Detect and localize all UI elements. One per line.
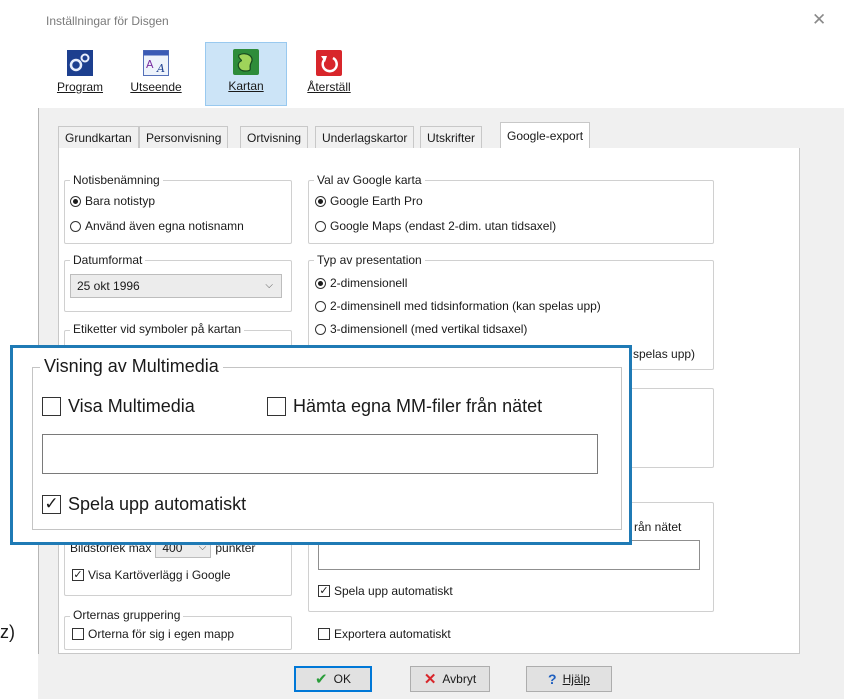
checkmark-icon: ✔ bbox=[315, 671, 328, 688]
notis-group-title: Notisbenämning bbox=[70, 173, 163, 187]
window-title: Inställningar för Disgen bbox=[46, 14, 169, 28]
hamta-small-tail: rån nätet bbox=[634, 520, 682, 534]
tab-utskrifter[interactable]: Utskrifter bbox=[420, 126, 482, 148]
toolbar-program-button[interactable]: Program bbox=[46, 44, 114, 106]
tab-grundkartan[interactable]: Grundkartan bbox=[58, 126, 139, 148]
checkbox-checked-icon: ✓ bbox=[318, 585, 330, 597]
spela-upp-small-checkbox[interactable]: ✓ Spela upp automatiskt bbox=[318, 584, 453, 598]
multimedia-path-input[interactable] bbox=[42, 434, 598, 474]
radio-selected-icon bbox=[315, 277, 326, 289]
visa-multimedia-checkbox[interactable]: Visa Multimedia bbox=[42, 396, 195, 417]
notis-group bbox=[64, 180, 292, 244]
notis-option-2[interactable]: Använd även egna notisnamn bbox=[70, 219, 244, 233]
toolbar-label: Utseende bbox=[130, 80, 182, 94]
presentation-option-3[interactable]: 3-dimensionell (med vertikal tidsaxel) bbox=[315, 322, 527, 336]
etiketter-group-title: Etiketter vid symboler på kartan bbox=[70, 322, 245, 336]
radio-selected-icon bbox=[315, 195, 326, 207]
google-earth-option[interactable]: Google Earth Pro bbox=[315, 194, 423, 208]
tab-ortvisning[interactable]: Ortvisning bbox=[240, 126, 309, 148]
checkbox-icon bbox=[267, 397, 286, 416]
checkbox-checked-icon: ✓ bbox=[72, 569, 84, 581]
presentation-option-4-tail: spelas upp) bbox=[633, 347, 696, 361]
datumformat-select[interactable]: 25 okt 1996 ⌵ bbox=[70, 274, 282, 298]
toolbar-utseende-button[interactable]: A A Utseende bbox=[122, 44, 190, 106]
help-button[interactable]: ? Hjälp bbox=[526, 666, 612, 692]
presentation-group-title: Typ av presentation bbox=[314, 253, 425, 267]
radio-icon bbox=[315, 300, 326, 312]
presentation-option-1[interactable]: 2-dimensionell bbox=[315, 276, 407, 290]
exportera-checkbox[interactable]: Exportera automatiskt bbox=[318, 627, 451, 641]
right-empty-group bbox=[620, 388, 714, 468]
cancel-button[interactable]: ✕ Avbryt bbox=[410, 666, 490, 692]
svg-text:A: A bbox=[146, 58, 154, 71]
map-icon bbox=[233, 49, 259, 75]
toolbar-label: Återställ bbox=[307, 80, 351, 94]
toolbar-label: Program bbox=[56, 80, 103, 94]
font-style-icon: A A bbox=[143, 50, 169, 76]
chevron-down-icon: ⌵ bbox=[265, 280, 273, 291]
radio-icon bbox=[70, 220, 81, 232]
tab-personvisning[interactable]: Personvisning bbox=[139, 126, 229, 148]
datum-group-title: Datumformat bbox=[70, 253, 146, 267]
radio-selected-icon bbox=[70, 195, 81, 207]
question-icon: ? bbox=[548, 671, 557, 687]
tab-google-export[interactable]: Google-export bbox=[500, 122, 591, 149]
checkbox-checked-icon: ✓ bbox=[42, 495, 61, 514]
reset-icon bbox=[316, 50, 342, 76]
gear-icon bbox=[67, 50, 93, 76]
orterna-checkbox[interactable]: Orterna för sig i egen mapp bbox=[72, 627, 234, 641]
toolbar-aterstall-button[interactable]: Återställ bbox=[295, 44, 363, 106]
spela-upp-checkbox[interactable]: ✓ Spela upp automatiskt bbox=[42, 494, 246, 515]
radio-icon bbox=[315, 220, 326, 232]
close-icon[interactable]: ✕ bbox=[812, 10, 826, 30]
kartoverlagg-checkbox[interactable]: ✓ Visa Kartöverlägg i Google bbox=[72, 568, 231, 582]
svg-text:A: A bbox=[156, 62, 165, 75]
multimedia-callout-title: Visning av Multimedia bbox=[40, 356, 223, 377]
tab-underlagskartor[interactable]: Underlagskartor bbox=[315, 126, 415, 148]
orter-group-title: Orternas gruppering bbox=[70, 608, 184, 622]
toolbar-label: Kartan bbox=[228, 79, 264, 93]
cross-icon: ✕ bbox=[423, 671, 437, 688]
checkbox-icon bbox=[318, 628, 330, 640]
hamta-mm-filer-checkbox[interactable]: Hämta egna MM-filer från nätet bbox=[267, 396, 542, 417]
google-karta-group-title: Val av Google karta bbox=[314, 173, 425, 187]
checkbox-icon bbox=[42, 397, 61, 416]
checkbox-icon bbox=[72, 628, 84, 640]
side-text-fragment: z) bbox=[0, 622, 15, 642]
google-karta-group bbox=[308, 180, 714, 244]
ok-button[interactable]: ✔ OK bbox=[294, 666, 372, 692]
radio-icon bbox=[315, 323, 326, 335]
google-maps-option[interactable]: Google Maps (endast 2-dim. utan tidsaxel… bbox=[315, 219, 556, 233]
presentation-option-2[interactable]: 2-dimensinell med tidsinformation (kan s… bbox=[315, 299, 601, 313]
toolbar-kartan-button[interactable]: Kartan bbox=[205, 42, 287, 106]
notis-option-1[interactable]: Bara notistyp bbox=[70, 194, 155, 208]
